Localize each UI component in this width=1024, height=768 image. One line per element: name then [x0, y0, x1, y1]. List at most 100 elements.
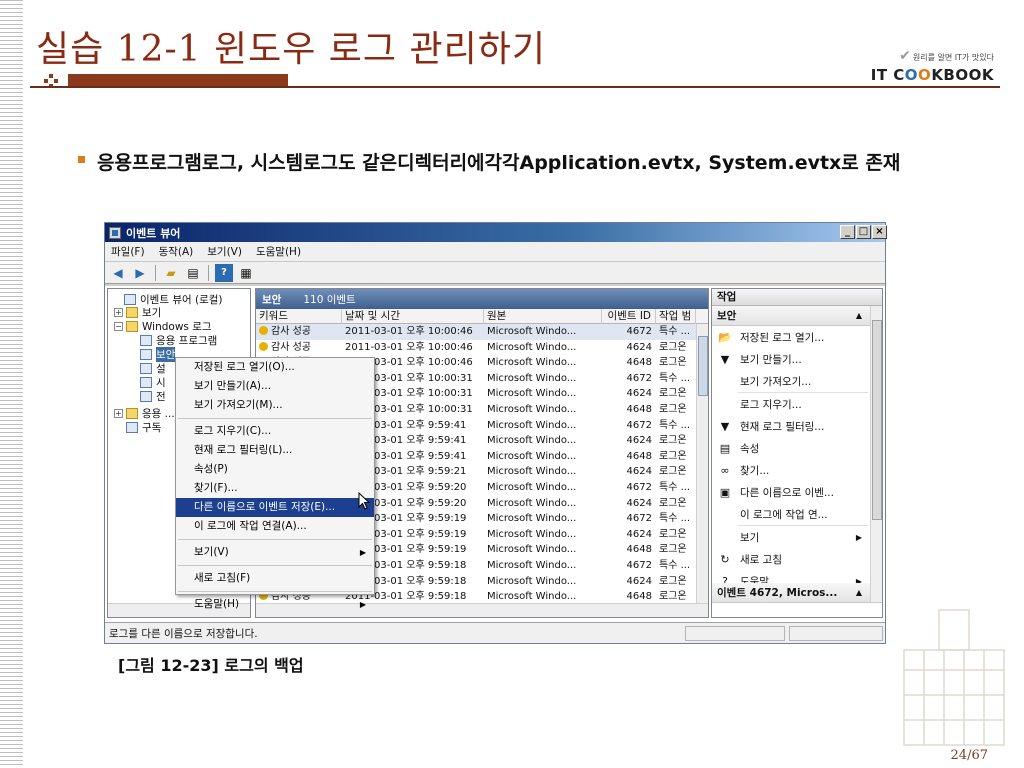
action-item[interactable]: ▼ 보기 만들기... [712, 348, 882, 370]
back-icon[interactable]: ◀ [109, 264, 127, 282]
collapse-icon[interactable]: ▲ [856, 306, 862, 326]
context-menu-item[interactable]: 찾기(F)... [176, 479, 374, 498]
action-item[interactable]: 보기 ▶ [712, 526, 882, 548]
up-folder-icon[interactable]: ▰ [162, 264, 180, 282]
cell-source: Microsoft Windo... [487, 559, 577, 571]
panel-icon[interactable]: ▦ [237, 264, 255, 282]
cell-event-id: 4624 [626, 497, 652, 509]
context-menu-item[interactable]: 속성(P) [176, 460, 374, 479]
context-menu-item[interactable]: 새로 고침(F) [176, 569, 374, 588]
cell-task: 특수 ... [659, 326, 691, 337]
key-icon [259, 326, 268, 335]
tree-item[interactable]: 설 [128, 361, 166, 375]
log-icon [140, 362, 152, 374]
action-item[interactable]: 📂 저장된 로그 열기... [712, 326, 882, 348]
event-row[interactable]: 감사 성공2011-03-01 오후 10:00:46 Microsoft Win… [256, 324, 708, 340]
bullet-marker [78, 156, 85, 163]
cell-task: 로그온 [659, 528, 687, 540]
actions-section-security[interactable]: 보안 ▲ [712, 306, 882, 326]
binoculars-icon: ∞ [720, 463, 730, 477]
refresh-icon: ↻ [720, 552, 730, 566]
context-menu-item[interactable]: 다른 이름으로 이벤트 저장(E)... [176, 498, 374, 517]
properties-icon[interactable]: ▤ [184, 264, 202, 282]
close-button[interactable]: × [872, 225, 887, 239]
context-menu-item[interactable]: 이 로그에 작업 연결(A)... [176, 517, 374, 536]
brand-logo: ✔ 원리를 알면 IT가 맛있다 IT COOKBOOK [834, 48, 994, 88]
tree-item[interactable]: 시 [128, 375, 166, 389]
action-item[interactable]: ∞ 찾기... [712, 459, 882, 481]
status-bar: 로그를 다른 이름으로 저장합니다. [105, 622, 885, 643]
menu-help[interactable]: 도움말(H) [256, 244, 301, 259]
expand-icon[interactable]: + [114, 408, 123, 418]
tree-item[interactable]: 보안 [128, 346, 176, 362]
status-text: 로그를 다른 이름으로 저장합니다. [109, 627, 258, 640]
cell-task: 특수 ... [659, 513, 691, 525]
tree-item[interactable]: 구독 [114, 420, 161, 434]
help-icon[interactable]: ? [215, 263, 233, 282]
context-menu-item[interactable]: 보기(V) ▶ [176, 543, 374, 562]
tree-item-label: 전 [156, 390, 166, 403]
tree-item[interactable]: − Windows 로그 [114, 319, 212, 333]
cell-event-id: 4624 [626, 528, 652, 540]
cell-task: 특수 ... [659, 481, 691, 493]
col-source[interactable]: 원본 [484, 309, 602, 324]
cell-source: Microsoft Windo... [487, 403, 577, 415]
menu-action[interactable]: 동작(A) [159, 244, 194, 259]
building-watermark-icon [903, 609, 1005, 746]
forward-icon[interactable]: ▶ [131, 264, 149, 282]
tree-item[interactable]: + 보기 [114, 305, 161, 319]
collapse-icon[interactable]: ▲ [856, 583, 862, 603]
actions-section-event[interactable]: 이벤트 4672, Micros... ▲ [712, 583, 882, 603]
cell-task: 로그온 [659, 497, 687, 509]
cell-event-id: 4624 [626, 466, 652, 478]
col-event-id[interactable]: 이벤트 ID [602, 309, 656, 324]
action-item[interactable]: ▤ 속성 [712, 437, 882, 459]
cell-datetime: 2011-03-01 오후 10:00:46 [345, 326, 473, 337]
minimize-button[interactable]: _ [840, 225, 855, 239]
context-menu-item[interactable]: 보기 만들기(A)... [176, 377, 374, 396]
slide-title: 실습 12-1 윈도우 로그 관리하기 [36, 29, 546, 70]
actions-list: 📂 저장된 로그 열기... ▼ 보기 만들기... 보기 가져오기... 로그 지우기.… [712, 326, 882, 592]
log-icon [140, 334, 152, 346]
log-header: 보안 110 이벤트 [256, 289, 708, 309]
actions-header: 작업 [712, 289, 882, 306]
action-label: 이 로그에 작업 연... [740, 508, 828, 521]
menu-view[interactable]: 보기(V) [207, 244, 242, 259]
maximize-button[interactable]: □ [856, 225, 871, 239]
menu-file[interactable]: 파일(F) [111, 244, 145, 259]
col-datetime[interactable]: 날짜 및 시간 [342, 309, 484, 324]
actions-scrollbar[interactable] [870, 306, 882, 602]
col-keyword[interactable]: 키워드 [256, 309, 342, 324]
tree-item[interactable]: 응용 프로그램 [128, 333, 217, 347]
tree-item-label: 보기 [142, 306, 162, 319]
event-row[interactable]: 감사 성공2011-03-01 오후 10:00:46 Microsoft Win… [256, 340, 708, 356]
action-item[interactable]: 로그 지우기... [712, 393, 882, 415]
cell-source: Microsoft Windo... [487, 575, 577, 587]
action-item[interactable]: 보기 가져오기... [712, 370, 882, 392]
collapse-icon[interactable]: − [114, 321, 123, 331]
window-title-bar[interactable]: 이벤트 뷰어 [105, 223, 885, 242]
action-item[interactable]: ▼ 현재 로그 필터링... [712, 415, 882, 437]
col-task[interactable]: 작업 범 [656, 309, 696, 324]
vertical-scrollbar[interactable] [696, 324, 708, 603]
tree-item[interactable]: 이벤트 뷰어 (로컬) [112, 292, 223, 306]
cell-source: Microsoft Windo... [487, 435, 577, 447]
context-menu-item[interactable]: 보기 가져오기(M)... [176, 396, 374, 415]
context-menu-item[interactable]: 현재 로그 필터링(L)... [176, 441, 374, 460]
cell-event-id: 4648 [626, 450, 652, 462]
context-menu-item[interactable]: 로그 지우기(C)... [176, 422, 374, 441]
submenu-arrow-icon: ▶ [359, 548, 366, 557]
cell-task: 로그온 [659, 466, 687, 478]
scroll-thumb[interactable] [698, 336, 708, 396]
expand-icon[interactable]: + [114, 307, 123, 317]
action-item[interactable]: ↻ 새로 고침 [712, 548, 882, 570]
toolbar: ◀ ▶ ▰ ▤ ? ▦ [105, 262, 885, 284]
tree-item[interactable]: + 응용 ... [114, 406, 175, 420]
action-item[interactable]: 이 로그에 작업 연... [712, 503, 882, 525]
context-menu-item[interactable]: 저장된 로그 열기(O)... [176, 358, 374, 377]
action-label: 현재 로그 필터링... [740, 420, 825, 433]
tree-item[interactable]: 전 [128, 389, 166, 403]
context-menu-item[interactable]: 도움말(H) ▶ [176, 595, 374, 614]
column-headers: 키워드 날짜 및 시간 원본 이벤트 ID 작업 범 [256, 309, 708, 324]
action-item[interactable]: ▣ 다른 이름으로 이벤... [712, 481, 882, 503]
